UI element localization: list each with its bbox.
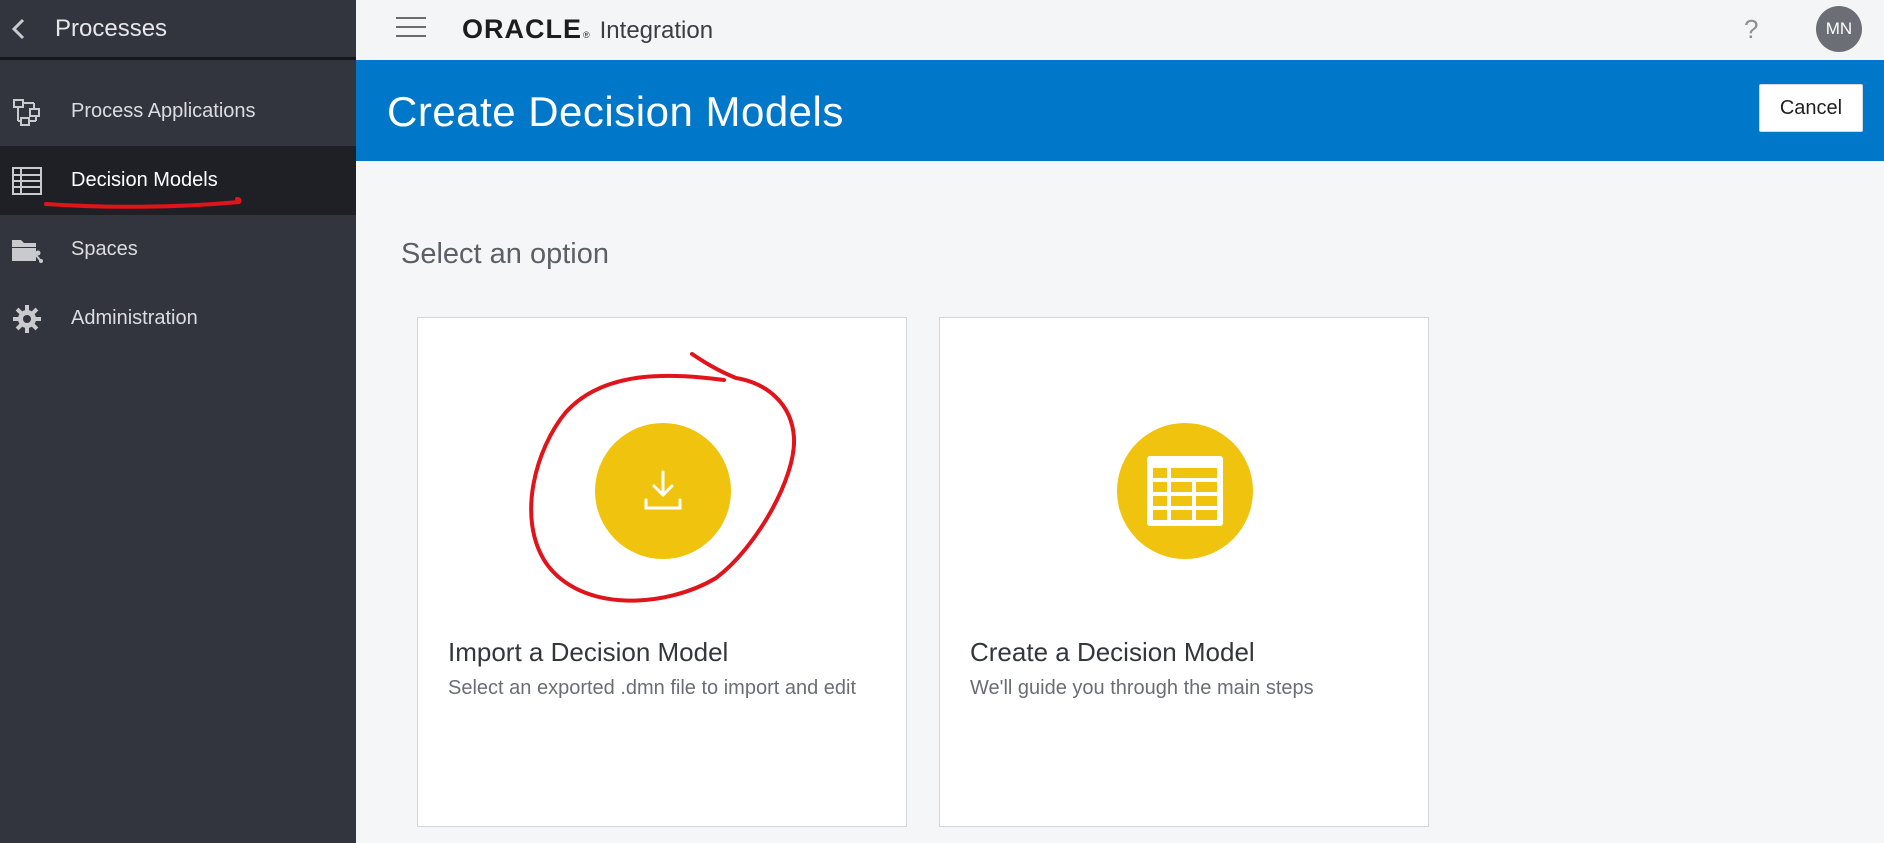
sidebar-item-spaces[interactable]: Spaces	[0, 215, 356, 284]
create-decision-model-card[interactable]: Create a Decision Model We'll guide you …	[939, 317, 1429, 827]
sidebar-header: Processes	[0, 0, 356, 60]
sidebar-title: Processes	[55, 14, 168, 42]
main-content: Select an option Import a Decision Model…	[356, 161, 1884, 843]
back-chevron-icon[interactable]	[4, 15, 32, 43]
brand-logo: ORACLE ® Integration	[462, 14, 713, 45]
sidebar-item-label: Spaces	[71, 238, 138, 260]
user-avatar[interactable]: MN	[1816, 6, 1862, 52]
sidebar-item-administration[interactable]: Administration	[0, 284, 356, 353]
page-title: Create Decision Models	[387, 88, 844, 135]
app-window: Processes Process Applications Decision …	[0, 0, 1884, 843]
table-grid-icon	[11, 165, 43, 197]
process-flow-icon	[11, 96, 43, 128]
download-icon	[595, 423, 731, 559]
oracle-wordmark: ORACLE	[462, 14, 582, 44]
card-title: Import a Decision Model	[448, 637, 729, 667]
sidebar-item-decision-models[interactable]: Decision Models	[0, 146, 356, 215]
help-icon[interactable]: ?	[1744, 14, 1758, 45]
sidebar-nav: Process Applications Decision Models Spa…	[0, 77, 356, 353]
table-icon	[1117, 423, 1253, 559]
card-title: Create a Decision Model	[970, 637, 1255, 667]
product-name: Integration	[599, 17, 714, 44]
import-decision-model-card[interactable]: Import a Decision Model Select an export…	[417, 317, 907, 827]
sidebar-item-process-applications[interactable]: Process Applications	[0, 77, 356, 146]
sidebar-item-label: Process Applications	[71, 100, 256, 122]
registered-mark-icon: ®	[583, 30, 590, 40]
top-bar: ORACLE ® Integration ? MN	[356, 0, 1884, 60]
card-description: We'll guide you through the main steps	[970, 677, 1314, 699]
gear-icon	[11, 303, 43, 335]
sidebar-item-label: Administration	[71, 307, 198, 329]
hamburger-menu-icon[interactable]	[396, 17, 426, 41]
cancel-button[interactable]: Cancel	[1759, 84, 1863, 132]
sidebar-item-label: Decision Models	[71, 169, 218, 191]
spaces-folder-icon	[11, 234, 43, 266]
section-heading: Select an option	[401, 238, 609, 270]
sidebar: Processes Process Applications Decision …	[0, 0, 356, 843]
card-description: Select an exported .dmn file to import a…	[448, 677, 857, 699]
page-header: Create Decision Models Cancel	[356, 60, 1884, 161]
